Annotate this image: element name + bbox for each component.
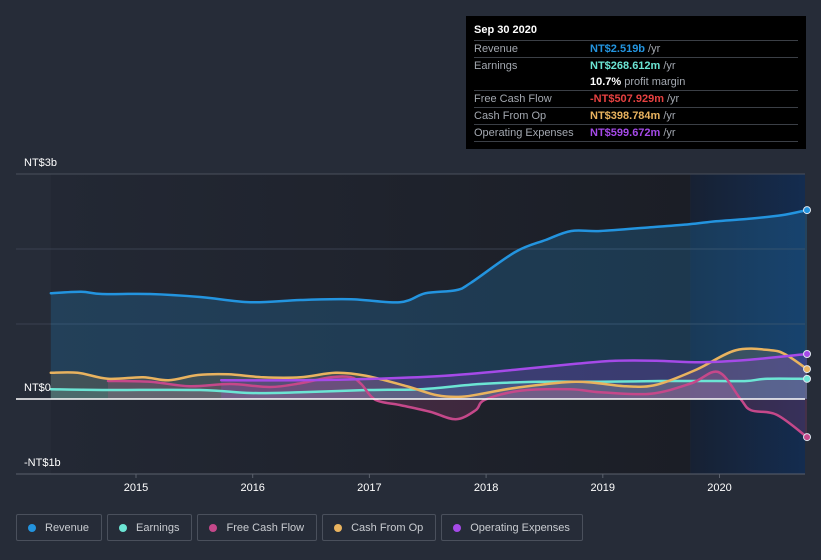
tooltip-row-revenue: Revenue NT$2.519b /yr — [474, 41, 798, 58]
tooltip-label: Operating Expenses — [474, 127, 574, 139]
tooltip-value: NT$599.672m — [590, 127, 661, 139]
tooltip-row-earnings: Earnings NT$268.612m /yr — [474, 58, 798, 74]
x-tick-label: 2016 — [240, 482, 264, 494]
tooltip-label: Free Cash Flow — [474, 93, 552, 105]
tooltip-row-operating-expenses: Operating Expenses NT$599.672m /yr — [474, 125, 798, 142]
tooltip-spacer — [474, 74, 590, 90]
tooltip-date: Sep 30 2020 — [474, 23, 798, 41]
tooltip-row-free-cash-flow: Free Cash Flow -NT$507.929m /yr — [474, 91, 798, 108]
legend-item-operating-expenses[interactable]: Operating Expenses — [441, 514, 583, 541]
revenue-end-point[interactable] — [803, 206, 812, 215]
legend-dot-icon — [209, 523, 218, 532]
data-tooltip: Sep 30 2020 Revenue NT$2.519b /yr Earnin… — [466, 16, 806, 149]
operating-expenses-end-point[interactable] — [803, 350, 812, 358]
legend-label: Cash From Op — [351, 521, 424, 534]
tooltip-value: -NT$507.929m — [590, 93, 664, 105]
free-cash-flow-end-point[interactable] — [803, 433, 812, 442]
x-tick-label: 2019 — [591, 482, 615, 494]
y-tick-label: NT$3b — [24, 157, 57, 169]
legend-label: Earnings — [136, 521, 180, 534]
legend-dot-icon — [453, 523, 462, 532]
tooltip-row-profit-margin: 10.7% profit margin — [474, 74, 798, 91]
legend-label: Free Cash Flow — [226, 521, 305, 534]
tooltip-unit: /yr — [648, 43, 661, 55]
legend-dot-icon — [119, 523, 128, 532]
legend-item-revenue[interactable]: Revenue — [16, 514, 103, 541]
tooltip-label: Earnings — [474, 60, 518, 72]
profit-margin-label: profit margin — [624, 76, 686, 88]
tooltip-value: NT$2.519b — [590, 43, 646, 55]
tooltip-unit: /yr — [667, 93, 680, 105]
chart-legend: Revenue Earnings Free Cash Flow Cash Fro… — [16, 514, 583, 541]
x-tick-label: 2017 — [357, 482, 381, 494]
legend-item-free-cash-flow[interactable]: Free Cash Flow — [197, 514, 318, 541]
x-tick-label: 2020 — [707, 482, 731, 494]
legend-label: Revenue — [45, 521, 90, 534]
y-tick-label: -NT$1b — [24, 457, 61, 469]
tooltip-label: Cash From Op — [474, 110, 547, 122]
y-tick-label: NT$0 — [24, 382, 51, 394]
profit-margin-value: 10.7% — [590, 76, 622, 88]
tooltip-row-cash-from-op: Cash From Op NT$398.784m /yr — [474, 108, 798, 125]
cash-from-op-end-point[interactable] — [803, 365, 812, 374]
legend-label: Operating Expenses — [470, 521, 570, 534]
x-tick-label: 2015 — [124, 482, 148, 494]
legend-item-earnings[interactable]: Earnings — [107, 514, 193, 541]
tooltip-value: NT$398.784m — [590, 110, 661, 122]
tooltip-unit: /yr — [663, 127, 676, 139]
earnings-end-point[interactable] — [803, 374, 812, 383]
x-tick-label: 2018 — [474, 482, 498, 494]
x-axis-ticks: 2015 2016 2017 2018 2019 2020 — [124, 474, 732, 494]
tooltip-value: NT$268.612m — [590, 60, 661, 72]
legend-item-cash-from-op[interactable]: Cash From Op — [322, 514, 437, 541]
legend-dot-icon — [28, 523, 36, 532]
tooltip-unit: /yr — [663, 60, 676, 72]
tooltip-label: Revenue — [474, 43, 519, 55]
legend-dot-icon — [334, 523, 343, 532]
tooltip-unit: /yr — [663, 110, 676, 122]
